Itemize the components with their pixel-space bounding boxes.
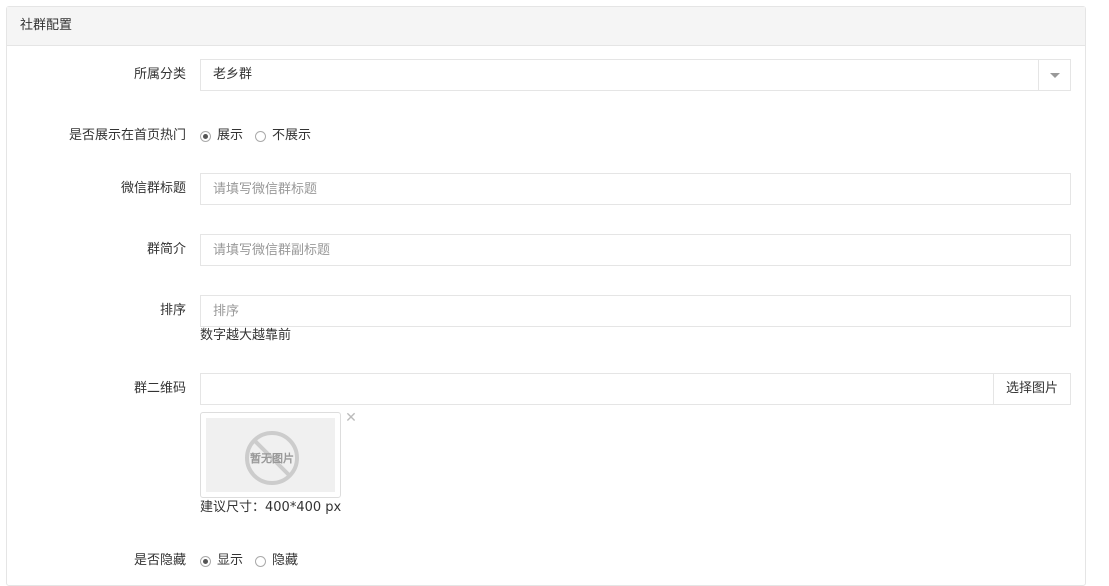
hidden-option-show[interactable]: 显示 (200, 551, 243, 571)
wechat-title-input[interactable] (200, 173, 1071, 205)
qrcode-label: 群二维码 (133, 381, 186, 396)
show-hot-option-hide[interactable]: 不展示 (255, 126, 311, 146)
radio-checked-icon[interactable] (200, 555, 211, 567)
hidden-option-show-label: 显示 (217, 553, 244, 568)
sort-label: 排序 (159, 303, 186, 318)
radio-unchecked-icon[interactable] (255, 130, 267, 142)
hidden-radio-group: 显示 隐藏 (200, 551, 310, 571)
show-hot-option-show-label: 展示 (217, 128, 244, 143)
show-hot-radio-group: 展示 不展示 (200, 126, 323, 146)
group-intro-input[interactable] (200, 234, 1071, 266)
qrcode-path-input[interactable] (201, 374, 981, 404)
wechat-title-label: 微信群标题 (120, 181, 186, 196)
no-image-placeholder: 暂无图片 (206, 418, 335, 492)
qrcode-size-hint: 建议尺寸：400*400 px (200, 500, 342, 515)
group-intro-label: 群简介 (146, 242, 186, 257)
no-image-text: 暂无图片 (250, 451, 294, 465)
show-hot-option-show[interactable]: 展示 (200, 126, 243, 146)
panel-title: 社群配置 (7, 7, 1085, 46)
hidden-label: 是否隐藏 (133, 553, 186, 568)
category-label: 所属分类 (133, 67, 186, 82)
qrcode-thumbnail: 暂无图片 (200, 412, 341, 498)
sort-input[interactable] (200, 295, 1071, 327)
chevron-down-icon[interactable] (1038, 60, 1070, 90)
choose-image-button[interactable]: 选择图片 (993, 374, 1070, 404)
qrcode-input-group: 选择图片 (200, 373, 1071, 405)
show-hot-label: 是否展示在首页热门 (68, 128, 186, 143)
category-selected-value: 老乡群 (213, 67, 253, 82)
radio-unchecked-icon[interactable] (255, 555, 267, 567)
prohibited-icon: 暂无图片 (245, 431, 299, 485)
close-icon[interactable]: ✕ (345, 411, 357, 425)
hidden-option-hide[interactable]: 隐藏 (255, 551, 298, 571)
show-hot-option-hide-label: 不展示 (272, 128, 312, 143)
radio-checked-icon[interactable] (200, 130, 211, 142)
sort-help-text: 数字越大越靠前 (200, 328, 292, 343)
hidden-option-hide-label: 隐藏 (272, 553, 299, 568)
category-select[interactable]: 老乡群 (200, 59, 1071, 91)
